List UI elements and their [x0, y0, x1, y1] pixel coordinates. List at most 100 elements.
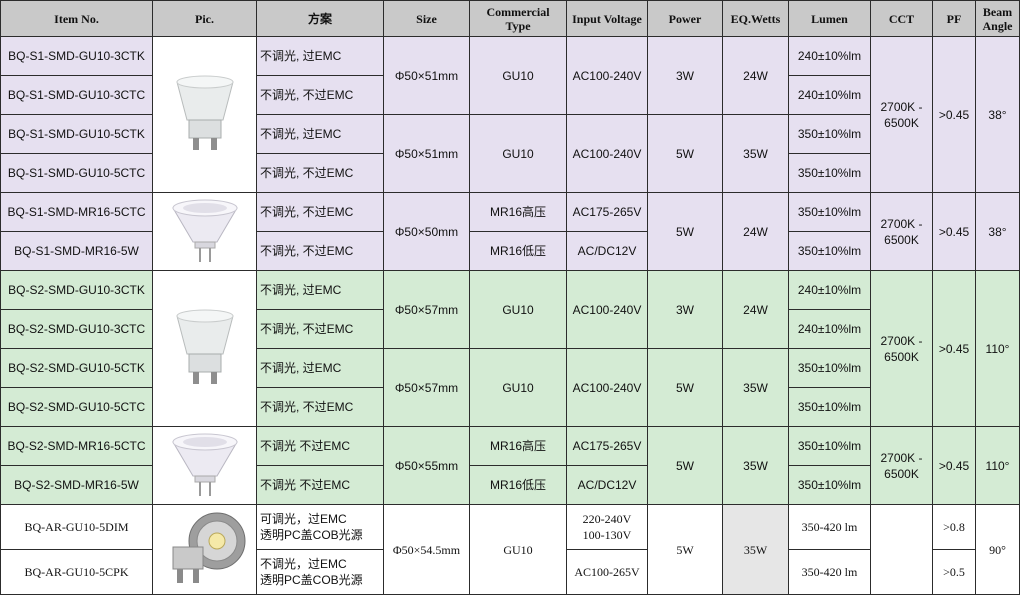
- scheme-cell: 不调光, 不过EMC: [257, 154, 384, 193]
- item-no-cell: BQ-S2-SMD-MR16-5CTC: [0, 427, 153, 466]
- header-eq-wetts: EQ.Wetts: [723, 0, 789, 37]
- power-cell: 5W: [648, 115, 723, 193]
- lumen-cell: 350±10%lm: [789, 154, 871, 193]
- input-voltage-cell: AC100-240V: [567, 271, 648, 349]
- scheme-cell: 不调光 不过EMC: [257, 466, 384, 505]
- item-no-cell: BQ-S1-SMD-GU10-3CTC: [0, 76, 153, 115]
- scheme-cell: 不调光，过EMC 透明PC盖COB光源: [257, 550, 384, 595]
- commercial-type-cell: GU10: [470, 349, 567, 427]
- mr16-bulb-icon: [167, 430, 243, 502]
- size-cell: Φ50×50mm: [384, 193, 470, 271]
- item-no-cell: BQ-S1-SMD-MR16-5W: [0, 232, 153, 271]
- size-cell: Φ50×51mm: [384, 115, 470, 193]
- lumen-cell: 350±10%lm: [789, 349, 871, 388]
- beam-angle-cell: 38°: [976, 37, 1020, 193]
- item-no-cell: BQ-AR-GU10-5CPK: [0, 550, 153, 595]
- input-voltage-cell: AC175-265V: [567, 427, 648, 466]
- product-picture: [153, 505, 257, 595]
- commercial-type-cell: GU10: [470, 505, 567, 595]
- header-input-voltage: Input Voltage: [567, 0, 648, 37]
- scheme-cell: 不调光, 过EMC: [257, 271, 384, 310]
- scheme-cell: 可调光，过EMC 透明PC盖COB光源: [257, 505, 384, 550]
- cct-cell: 2700K - 6500K: [871, 193, 933, 271]
- lumen-cell: 350-420 lm: [789, 505, 871, 550]
- power-cell: 5W: [648, 427, 723, 505]
- lumen-cell: 350±10%lm: [789, 232, 871, 271]
- item-no-cell: BQ-AR-GU10-5DIM: [0, 505, 153, 550]
- pf-cell: >0.5: [933, 550, 976, 595]
- eq-wetts-cell: 24W: [723, 37, 789, 115]
- product-picture: [153, 427, 257, 505]
- scheme-cell: 不调光, 不过EMC: [257, 310, 384, 349]
- product-spec-table: Item No. Pic. 方案 Size Commercial Type Input V…: [0, 0, 1020, 595]
- beam-angle-cell: 38°: [976, 193, 1020, 271]
- lumen-cell: 350±10%lm: [789, 115, 871, 154]
- cct-cell: 2700K - 6500K: [871, 271, 933, 427]
- lumen-cell: 350±10%lm: [789, 193, 871, 232]
- pf-cell: >0.45: [933, 427, 976, 505]
- product-picture: [153, 193, 257, 271]
- lumen-cell: 350-420 lm: [789, 550, 871, 595]
- header-pic: Pic.: [153, 0, 257, 37]
- size-cell: Φ50×55mm: [384, 427, 470, 505]
- product-picture: [153, 271, 257, 427]
- size-cell: Φ50×57mm: [384, 271, 470, 349]
- eq-wetts-cell: 35W: [723, 115, 789, 193]
- header-commercial-type: Commercial Type: [470, 0, 567, 37]
- input-voltage-cell: AC100-240V: [567, 115, 648, 193]
- lumen-cell: 350±10%lm: [789, 466, 871, 505]
- beam-angle-cell: 110°: [976, 271, 1020, 427]
- input-voltage-cell: AC100-240V: [567, 37, 648, 115]
- cct-cell: 2700K - 6500K: [871, 37, 933, 193]
- commercial-type-cell: MR16低压: [470, 232, 567, 271]
- scheme-cell: 不调光, 不过EMC: [257, 76, 384, 115]
- lumen-cell: 240±10%lm: [789, 310, 871, 349]
- input-voltage-cell: AC100-240V: [567, 349, 648, 427]
- header-cct: CCT: [871, 0, 933, 37]
- eq-wetts-cell: 35W: [723, 505, 789, 595]
- cct-cell: 2700K - 6500K: [871, 427, 933, 505]
- eq-wetts-cell: 24W: [723, 271, 789, 349]
- scheme-cell: 不调光, 不过EMC: [257, 232, 384, 271]
- item-no-cell: BQ-S2-SMD-MR16-5W: [0, 466, 153, 505]
- item-no-cell: BQ-S1-SMD-MR16-5CTC: [0, 193, 153, 232]
- scheme-cell: 不调光, 过EMC: [257, 37, 384, 76]
- item-no-cell: BQ-S2-SMD-GU10-3CTK: [0, 271, 153, 310]
- input-voltage-cell: AC175-265V: [567, 193, 648, 232]
- item-no-cell: BQ-S1-SMD-GU10-5CTC: [0, 154, 153, 193]
- header-beam-angle: Beam Angle: [976, 0, 1020, 37]
- header-scheme: 方案: [257, 0, 384, 37]
- lumen-cell: 350±10%lm: [789, 388, 871, 427]
- commercial-type-cell: MR16高压: [470, 427, 567, 466]
- lumen-cell: 240±10%lm: [789, 37, 871, 76]
- item-no-cell: BQ-S1-SMD-GU10-3CTK: [0, 37, 153, 76]
- commercial-type-cell: MR16高压: [470, 193, 567, 232]
- size-cell: Φ50×57mm: [384, 349, 470, 427]
- pf-cell: >0.8: [933, 505, 976, 550]
- header-size: Size: [384, 0, 470, 37]
- beam-angle-cell: 90°: [976, 505, 1020, 595]
- mr16-bulb-icon: [167, 196, 243, 268]
- pf-cell: >0.45: [933, 37, 976, 193]
- item-no-cell: BQ-S1-SMD-GU10-5CTK: [0, 115, 153, 154]
- eq-wetts-cell: 24W: [723, 193, 789, 271]
- size-cell: Φ50×51mm: [384, 37, 470, 115]
- eq-wetts-cell: 35W: [723, 349, 789, 427]
- scheme-cell: 不调光, 不过EMC: [257, 193, 384, 232]
- item-no-cell: BQ-S2-SMD-GU10-5CTC: [0, 388, 153, 427]
- lumen-cell: 240±10%lm: [789, 271, 871, 310]
- input-voltage-cell: AC100-265V: [567, 550, 648, 595]
- gu10-bulb-icon: [165, 304, 245, 394]
- cct-cell: [871, 505, 933, 595]
- scheme-cell: 不调光, 过EMC: [257, 349, 384, 388]
- power-cell: 5W: [648, 505, 723, 595]
- input-voltage-cell: AC/DC12V: [567, 232, 648, 271]
- scheme-cell: 不调光, 过EMC: [257, 115, 384, 154]
- power-cell: 5W: [648, 193, 723, 271]
- lumen-cell: 240±10%lm: [789, 76, 871, 115]
- power-cell: 3W: [648, 37, 723, 115]
- power-cell: 3W: [648, 271, 723, 349]
- header-pf: PF: [933, 0, 976, 37]
- item-no-cell: BQ-S2-SMD-GU10-3CTC: [0, 310, 153, 349]
- commercial-type-cell: GU10: [470, 37, 567, 115]
